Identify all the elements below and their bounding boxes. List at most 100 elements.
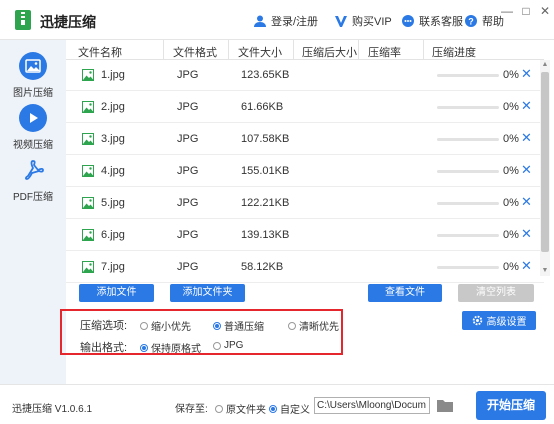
pdf-icon [19, 156, 47, 184]
column-header: 文件格式 [173, 47, 217, 59]
progress-percent: 0% [503, 261, 519, 273]
sidebar-item-image[interactable]: 图片压缩 [0, 52, 66, 99]
remove-icon[interactable]: ✕ [521, 98, 532, 114]
file-name: 4.jpg [101, 165, 125, 177]
radio-custom-folder[interactable]: 自定义 [269, 401, 310, 416]
progress-bar [437, 234, 499, 237]
play-icon [19, 104, 47, 132]
radio-label: 原文件夹 [226, 405, 266, 416]
maximize-icon[interactable]: □ [519, 4, 533, 18]
radio-dot [140, 321, 148, 330]
radio-label: 普通压缩 [224, 322, 264, 333]
vip-label: 购买VIP [352, 16, 392, 28]
file-format: JPG [177, 261, 199, 273]
file-format: JPG [177, 165, 199, 177]
file-size: 155.01KB [241, 165, 290, 177]
progress-bar [437, 138, 499, 141]
remove-icon[interactable]: ✕ [521, 258, 532, 274]
folder-icon[interactable] [437, 398, 453, 412]
radio-jpg[interactable]: JPG [213, 340, 243, 351]
radio-normal-compress[interactable]: 普通压缩 [213, 318, 264, 333]
remove-icon[interactable]: ✕ [521, 226, 532, 242]
table-row[interactable]: 5.jpg JPG 122.21KB 0% ✕ [66, 188, 544, 219]
scroll-down-icon[interactable]: ▼ [540, 266, 550, 276]
login-button[interactable]: 登录/注册 [253, 13, 318, 29]
table-row[interactable]: 6.jpg JPG 139.13KB 0% ✕ [66, 220, 544, 251]
login-label: 登录/注册 [271, 16, 319, 28]
radio-clarity-first[interactable]: 清晰优先 [288, 318, 339, 333]
user-icon [254, 15, 266, 27]
table-row[interactable]: 1.jpg JPG 123.65KB 0% ✕ [66, 60, 544, 91]
radio-label: 清晰优先 [299, 322, 339, 333]
image-file-icon [82, 229, 94, 241]
progress-bar [437, 202, 499, 205]
scroll-up-icon[interactable]: ▲ [540, 60, 550, 70]
column-divider [163, 40, 164, 60]
help-button[interactable]: ? 帮助 [464, 13, 504, 29]
sidebar-item-video[interactable]: 视频压缩 [0, 104, 66, 151]
radio-dot [213, 321, 221, 330]
app-title: 迅捷压缩 [40, 14, 96, 30]
close-icon[interactable]: ✕ [538, 4, 552, 18]
help-icon: ? [465, 15, 477, 27]
table-row[interactable]: 4.jpg JPG 155.01KB 0% ✕ [66, 156, 544, 187]
column-divider [293, 40, 294, 60]
image-file-icon [82, 133, 94, 145]
radio-original-folder[interactable]: 原文件夹 [215, 401, 266, 416]
remove-icon[interactable]: ✕ [521, 162, 532, 178]
remove-icon[interactable]: ✕ [521, 66, 532, 82]
column-header: 压缩率 [368, 47, 401, 59]
table-row[interactable]: 2.jpg JPG 61.66KB 0% ✕ [66, 92, 544, 123]
sidebar: 图片压缩 视频压缩 PDF压缩 [0, 40, 66, 384]
file-size: 58.12KB [241, 261, 284, 273]
file-name: 1.jpg [101, 69, 125, 81]
start-compress-button[interactable]: 开始压缩 [476, 391, 546, 420]
column-header: 压缩进度 [432, 47, 476, 59]
advanced-settings-button[interactable]: 高级设置 [462, 311, 536, 330]
radio-keep-format[interactable]: 保持原格式 [140, 340, 201, 355]
file-name: 2.jpg [101, 101, 125, 113]
file-format: JPG [177, 133, 199, 145]
column-header: 压缩后大小 [302, 47, 357, 59]
contact-service-button[interactable]: 联系客服 [401, 13, 463, 29]
progress-bar [437, 266, 499, 269]
column-divider [228, 40, 229, 60]
app-logo-icon [15, 10, 31, 30]
radio-dot [213, 341, 221, 350]
sidebar-item-label: 图片压缩 [13, 88, 53, 99]
add-file-button[interactable]: 添加文件 [79, 284, 154, 302]
table-row[interactable]: 7.jpg JPG 58.12KB 0% ✕ [66, 252, 544, 283]
service-label: 联系客服 [419, 16, 463, 28]
sidebar-item-pdf[interactable]: PDF压缩 [0, 156, 66, 203]
add-folder-button[interactable]: 添加文件夹 [170, 284, 245, 302]
column-header: 文件名称 [78, 47, 122, 59]
minimize-icon[interactable]: — [500, 4, 514, 18]
progress-percent: 0% [503, 69, 519, 81]
view-files-button[interactable]: 查看文件 [368, 284, 442, 302]
table-row[interactable]: 3.jpg JPG 107.58KB 0% ✕ [66, 124, 544, 155]
footer: 迅捷压缩 V1.0.6.1 保存至: 原文件夹 自定义 开始压缩 [0, 384, 554, 424]
file-list-scrollbar[interactable]: ▲ ▼ [540, 60, 550, 276]
radio-dot [140, 343, 148, 352]
sidebar-item-label: 视频压缩 [13, 140, 53, 151]
buy-vip-button[interactable]: 购买VIP [334, 13, 392, 29]
scroll-thumb[interactable] [541, 72, 549, 252]
file-size: 123.65KB [241, 69, 290, 81]
image-file-icon [82, 165, 94, 177]
progress-percent: 0% [503, 229, 519, 241]
file-size: 107.58KB [241, 133, 290, 145]
gear-icon [472, 315, 482, 326]
image-icon [19, 52, 47, 80]
table-header: 文件名称 文件格式 文件大小 压缩后大小 压缩率 压缩进度 [66, 40, 544, 60]
save-to-label: 保存至: [175, 404, 208, 415]
file-format: JPG [177, 101, 199, 113]
radio-shrink-first[interactable]: 缩小优先 [140, 318, 191, 333]
vip-icon [335, 16, 347, 27]
remove-icon[interactable]: ✕ [521, 130, 532, 146]
radio-label: 保持原格式 [151, 344, 201, 355]
column-divider [423, 40, 424, 60]
save-path-input[interactable] [314, 397, 430, 414]
clear-list-button[interactable]: 清空列表 [458, 284, 534, 302]
column-header: 文件大小 [238, 47, 282, 59]
remove-icon[interactable]: ✕ [521, 194, 532, 210]
